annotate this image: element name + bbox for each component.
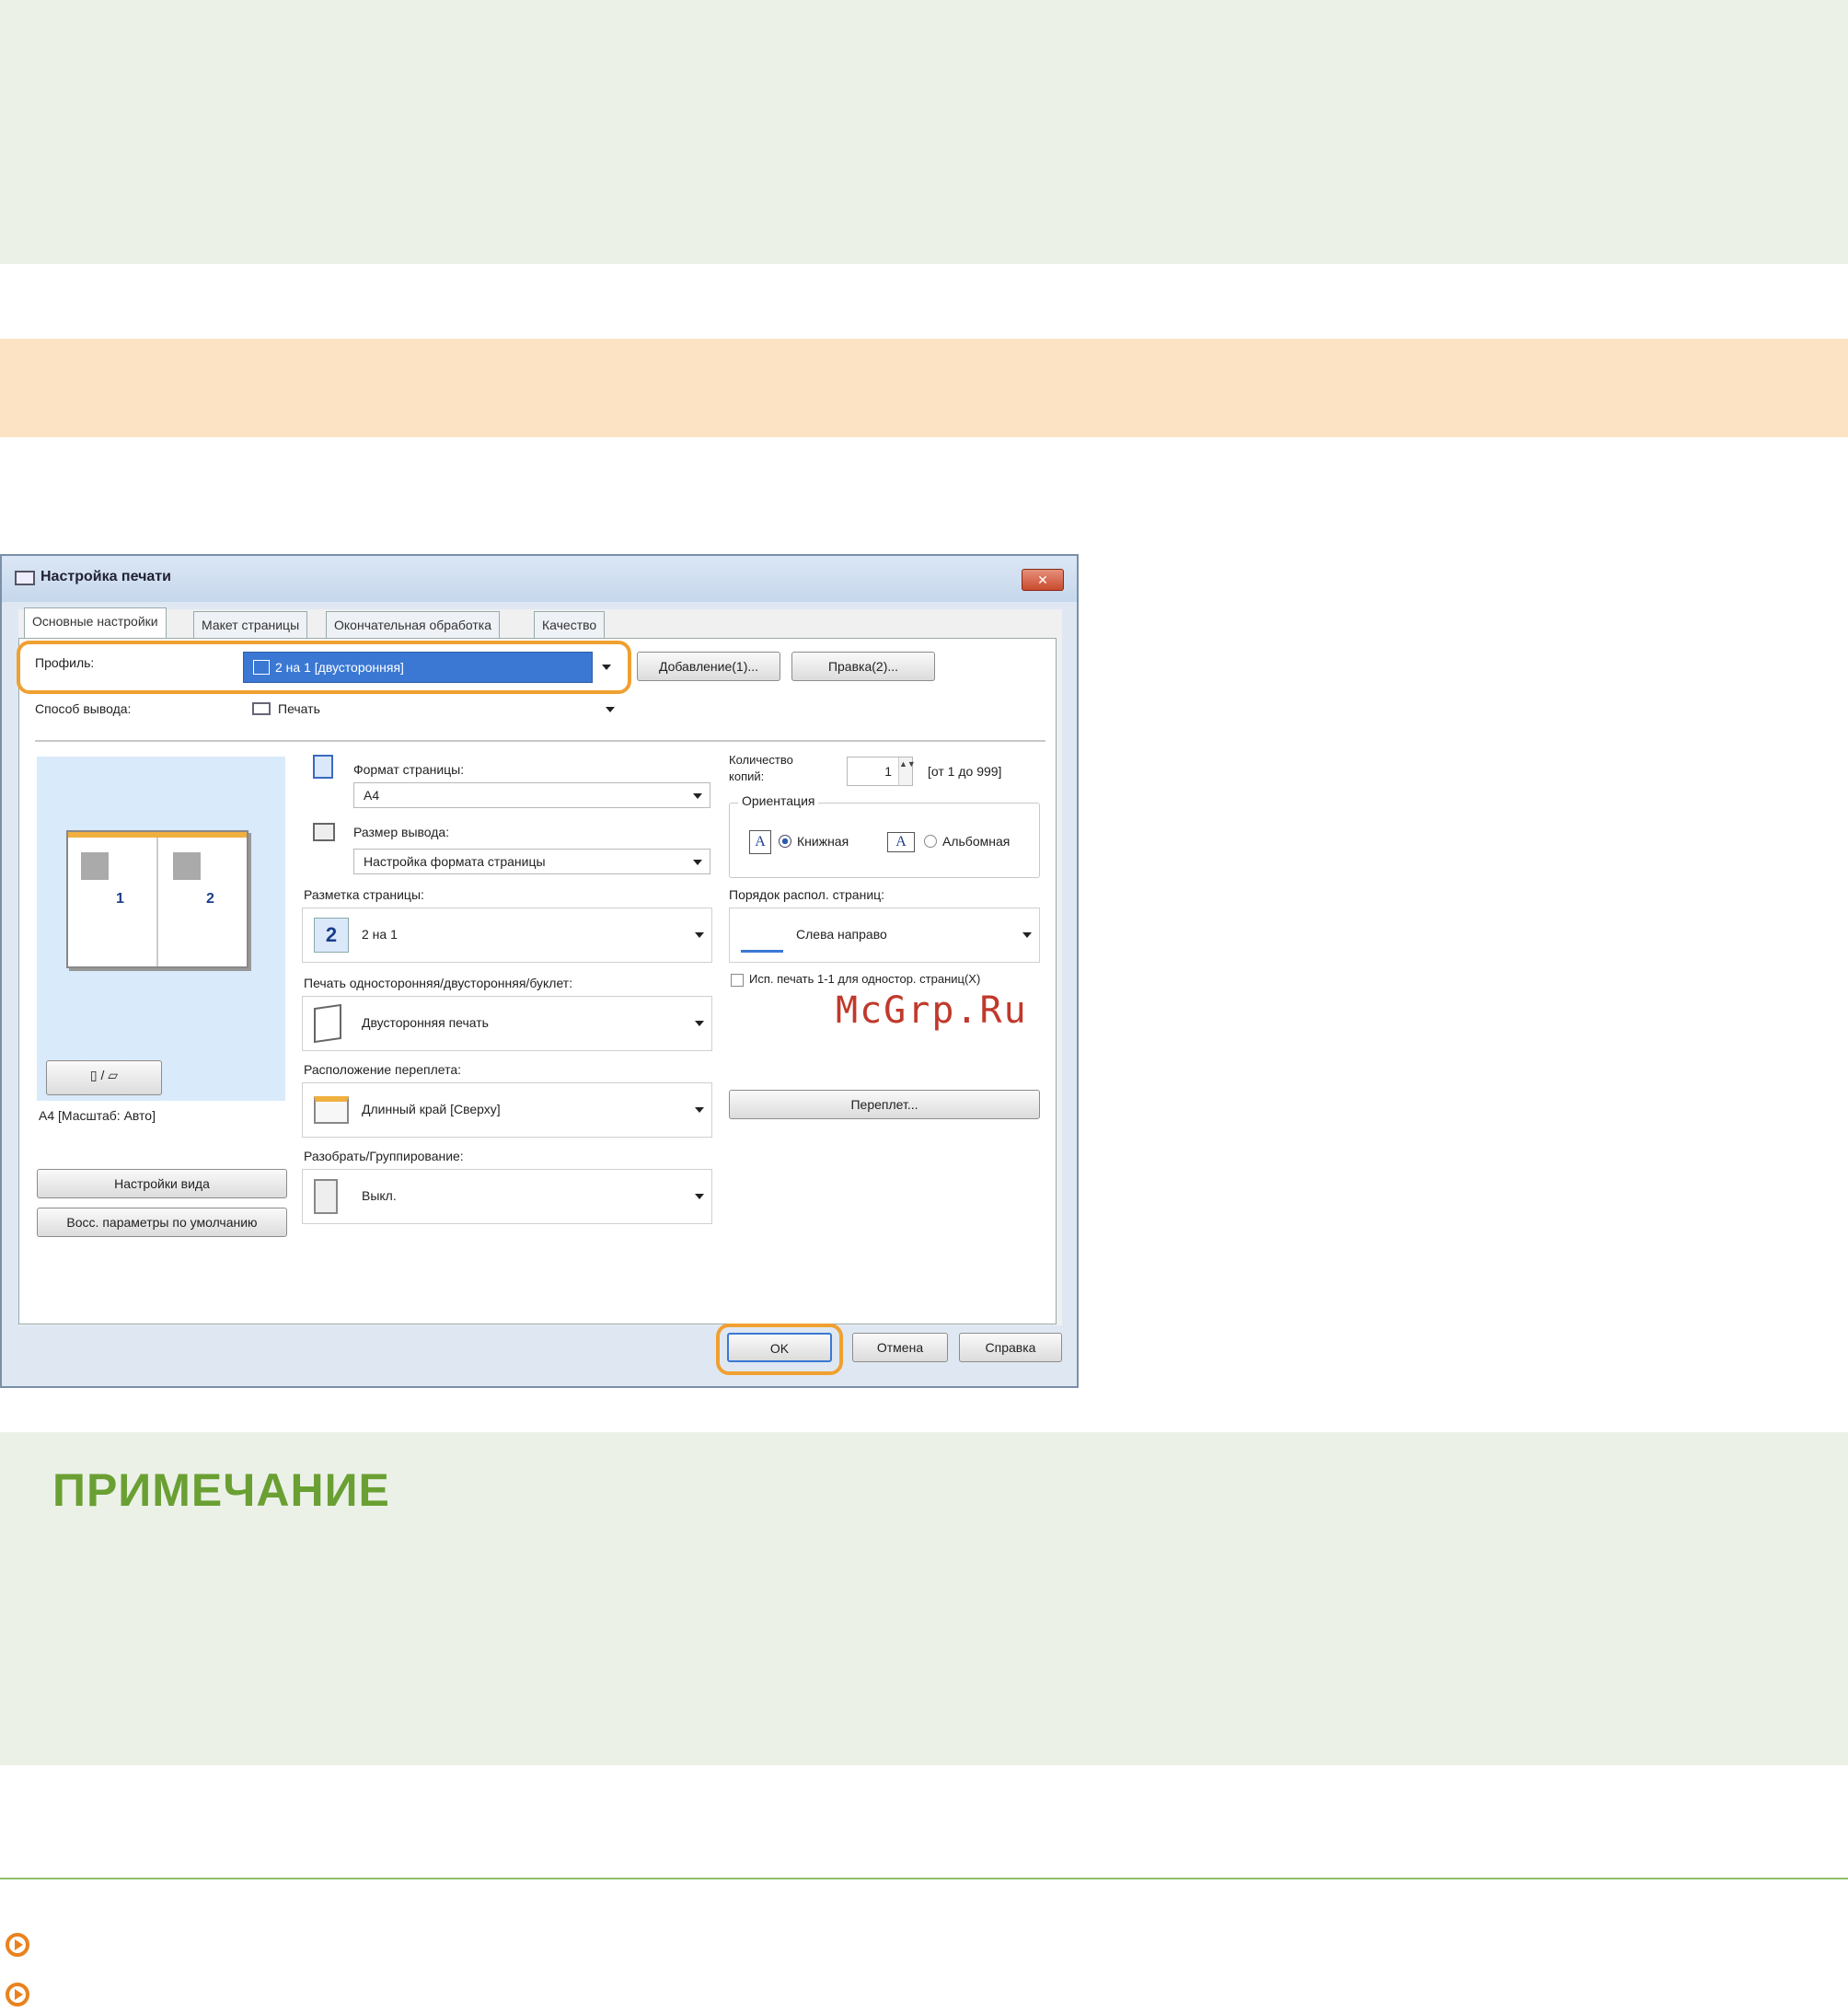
output-method-label: Способ вывода: — [35, 701, 132, 716]
binding-edge-icon — [314, 1096, 349, 1124]
watermark: McGrp.Ru — [836, 989, 1028, 1032]
preview-sheet: 1 2 — [66, 830, 248, 968]
collate-value: Выкл. — [362, 1188, 397, 1203]
preview-page-number: 1 — [116, 891, 124, 907]
chevron-down-icon — [1022, 932, 1032, 938]
chevron-down-icon — [693, 860, 702, 865]
landscape-label: Альбомная — [942, 834, 1011, 849]
preview-image — [81, 852, 109, 880]
binding-location-select[interactable]: Длинный край [Сверху] — [302, 1082, 712, 1138]
chevron-down-icon — [695, 1107, 704, 1113]
page-order-select[interactable]: Слева направо — [729, 908, 1040, 963]
collate-select[interactable]: Выкл. — [302, 1169, 712, 1224]
one-to-one-checkbox[interactable] — [731, 974, 744, 987]
chevron-down-icon — [693, 793, 702, 799]
chevron-down-icon — [695, 1021, 704, 1026]
edit-profile-button[interactable]: Правка(2)... — [791, 652, 935, 681]
cancel-button[interactable]: Отмена — [852, 1333, 948, 1362]
preview-fold — [156, 838, 158, 966]
note-title: ПРИМЕЧАНИЕ — [52, 1464, 390, 1516]
restore-defaults-button[interactable]: Восс. параметры по умолчанию — [37, 1208, 287, 1237]
collate-icon — [314, 1179, 338, 1214]
printer-icon — [15, 571, 35, 585]
output-size-select[interactable]: Настройка формата страницы — [353, 849, 710, 874]
preview-image — [173, 852, 201, 880]
profile-dropdown-arrow-icon[interactable] — [602, 665, 611, 670]
tab-page-layout[interactable]: Макет страницы — [193, 611, 308, 639]
page-size-select[interactable]: A4 — [353, 782, 710, 808]
portrait-label: Книжная — [797, 834, 849, 849]
view-settings-button[interactable]: Настройки вида — [37, 1169, 287, 1198]
divider — [0, 1878, 1848, 1879]
tab-finishing[interactable]: Окончательная обработка — [326, 611, 500, 639]
collate-label: Разобрать/Группирование: — [304, 1149, 464, 1163]
tab-quality[interactable]: Качество — [534, 611, 606, 639]
copies-label-line2: копий: — [729, 769, 765, 783]
chevron-down-icon — [695, 932, 704, 938]
landscape-icon: A — [887, 832, 915, 852]
output-size-icon — [313, 823, 335, 841]
separator — [35, 740, 1045, 742]
ok-button[interactable]: OK — [727, 1333, 832, 1362]
add-profile-button[interactable]: Добавление(1)... — [637, 652, 780, 681]
info-band-top — [0, 0, 1848, 264]
dialog-titlebar: Настройка печати ✕ — [2, 556, 1077, 602]
link-arrow-icon[interactable] — [6, 1933, 29, 1957]
profile-label: Профиль: — [35, 655, 95, 670]
binding-location-value: Длинный край [Сверху] — [362, 1102, 501, 1116]
preview-page-number: 2 — [206, 891, 214, 907]
duplex-select[interactable]: Двусторонняя печать — [302, 996, 712, 1051]
page-size-label: Формат страницы: — [353, 762, 465, 777]
profile-value: 2 на 1 [двусторонняя] — [275, 660, 404, 675]
print-preview: 1 2 ▯ / ▱ — [37, 757, 285, 1101]
portrait-radio[interactable] — [779, 835, 791, 848]
close-button[interactable]: ✕ — [1022, 569, 1064, 591]
orientation-label: Ориентация — [738, 793, 819, 808]
duplex-label: Печать односторонняя/двусторонняя/буклет… — [304, 976, 573, 990]
one-to-one-label: Исп. печать 1-1 для одностор. страниц(X) — [749, 972, 981, 986]
output-size-value: Настройка формата страницы — [364, 854, 546, 869]
help-button[interactable]: Справка — [959, 1333, 1062, 1362]
output-method-select[interactable]: Печать — [243, 694, 622, 725]
printer-icon — [252, 702, 271, 715]
page-layout-icon: 2 — [314, 918, 349, 953]
chevron-down-icon — [606, 707, 615, 712]
page-layout-value: 2 на 1 — [362, 927, 398, 942]
binding-button[interactable]: Переплет... — [729, 1090, 1040, 1119]
copies-range: [от 1 до 999] — [928, 764, 1002, 779]
page-order-label: Порядок распол. страниц: — [729, 887, 885, 902]
print-settings-dialog: Настройка печати ✕ Основные настройки Ма… — [0, 554, 1079, 1388]
chevron-down-icon — [695, 1194, 704, 1199]
output-size-label: Размер вывода: — [353, 825, 450, 839]
tab-basic-settings[interactable]: Основные настройки — [24, 607, 167, 639]
duplex-value: Двусторонняя печать — [362, 1015, 489, 1030]
link-arrow-icon[interactable] — [6, 1983, 29, 2006]
profile-icon — [253, 660, 270, 675]
left-to-right-arrow-icon — [741, 918, 783, 953]
preview-caption: A4 [Масштаб: Авто] — [39, 1108, 156, 1123]
profile-select[interactable]: 2 на 1 [двусторонняя] — [243, 652, 593, 683]
page-order-value: Слева направо — [796, 927, 887, 942]
duplex-icon — [314, 1003, 341, 1044]
page-size-value: A4 — [364, 788, 380, 803]
copies-stepper-icon[interactable]: ▲▼ — [898, 757, 916, 785]
page-size-icon — [313, 755, 333, 779]
copies-label: Количество — [729, 753, 793, 767]
page-layout-select[interactable]: 2 2 на 1 — [302, 908, 712, 963]
view-toggle-button[interactable]: ▯ / ▱ — [46, 1060, 162, 1095]
page-layout-label: Разметка страницы: — [304, 887, 424, 902]
binding-location-label: Расположение переплета: — [304, 1062, 461, 1077]
landscape-radio[interactable] — [924, 835, 937, 848]
portrait-icon: A — [749, 830, 771, 854]
output-method-value: Печать — [278, 701, 320, 716]
step-band — [0, 339, 1848, 437]
dialog-title: Настройка печати — [40, 569, 171, 584]
